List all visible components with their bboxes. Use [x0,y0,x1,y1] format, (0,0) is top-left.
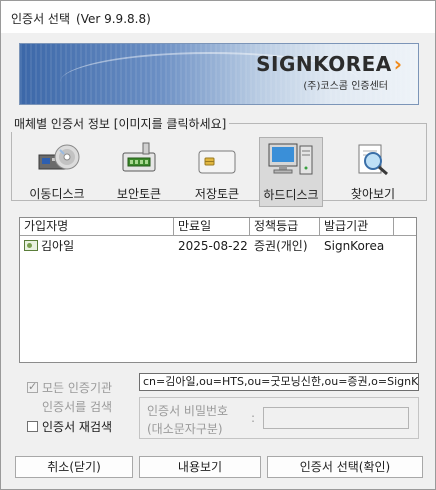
version-label: (Ver 9.9.8.8) [76,12,151,26]
confirm-button[interactable]: 인증서 선택(확인) [267,456,423,478]
view-details-button[interactable]: 내용보기 [139,456,261,478]
title-label: 인증서 선택 [11,12,71,26]
search-all-ca-label: 모든 인증기관 [42,381,113,395]
search-all-ca-label-line2: 인증서를 검색 [42,400,113,414]
password-label: 인증서 비밀번호 [147,404,229,418]
media-label-hard-disk: 하드디스크 [263,188,319,202]
logo-text: SIGNKOREA [256,52,392,76]
password-colon: : [251,411,256,425]
title-bar: 인증서 선택 (Ver 9.9.8.8) [1,1,435,33]
media-label-storage-token: 저장토큰 [194,187,240,201]
signkorea-banner: SIGNKOREA › (주)코스콤 인증센터 [19,43,419,105]
media-label-browse: 찾아보기 [350,187,396,201]
media-removable-disk-button[interactable]: 이동디스크 [25,137,89,207]
table-row[interactable]: 김아일 2025-08-22 증권(개인) SignKorea [20,237,416,255]
media-storage-token-button[interactable]: 저장토큰 [185,137,249,207]
cell-issuer: SignKorea [324,239,385,253]
media-label-removable-disk: 이동디스크 [29,187,85,201]
window-title: 인증서 선택 (Ver 9.9.8.8) [11,10,151,27]
media-group-legend: 매체별 인증서 정보 [이미지를 클릭하세요] [11,115,230,132]
table-header: 가입자명 만료일 정책등급 발급기관 [20,218,416,236]
certificate-dn-field[interactable]: cn=김아일,ou=HTS,ou=굿모닝신한,ou=증권,o=SignKorea… [139,373,419,391]
signkorea-logo: SIGNKOREA › (주)코스콤 인증센터 [256,52,402,92]
cancel-button[interactable]: 취소(닫기) [15,456,133,478]
security-token-icon [115,141,163,177]
password-case-hint: (대소문자구분) [147,422,223,436]
cell-name: 김아일 [20,237,174,255]
search-all-ca-checkbox[interactable]: 모든 인증기관 [27,379,112,396]
hard-disk-icon [267,142,315,178]
certificate-icon [24,240,38,251]
column-header-issuer[interactable]: 발급기관 [320,218,394,236]
logo-arrow-icon: › [393,52,402,76]
research-checkbox[interactable]: 인증서 재검색 [27,418,112,435]
column-header-policy[interactable]: 정책등급 [250,218,320,236]
research-label: 인증서 재검색 [42,420,113,434]
storage-token-icon [193,141,241,177]
browse-icon [349,141,397,177]
media-browse-button[interactable]: 찾아보기 [341,137,405,207]
cell-policy: 증권(개인) [254,239,308,253]
logo-subtitle: (주)코스콤 인증센터 [303,81,388,92]
search-all-ca-check-icon [27,380,38,393]
subscriber-name: 김아일 [41,239,75,253]
research-check-icon [27,421,38,432]
certificate-select-window: 인증서 선택 (Ver 9.9.8.8) SIGNKOREA › (주)코스콤 인증… [0,0,436,490]
column-header-name[interactable]: 가입자명 [20,218,174,236]
media-hard-disk-button[interactable]: 하드디스크 [259,137,323,207]
password-input[interactable] [263,407,409,429]
certificate-table: 가입자명 만료일 정책등급 발급기관 김아일 2025-08-22 증권(개인)… [19,217,417,363]
media-security-token-button[interactable]: 보안토큰 [107,137,171,207]
column-header-expiry[interactable]: 만료일 [174,218,250,236]
cell-expiry: 2025-08-22 [178,239,248,253]
media-label-security-token: 보안토큰 [116,187,162,201]
removable-disk-icon [33,141,81,177]
